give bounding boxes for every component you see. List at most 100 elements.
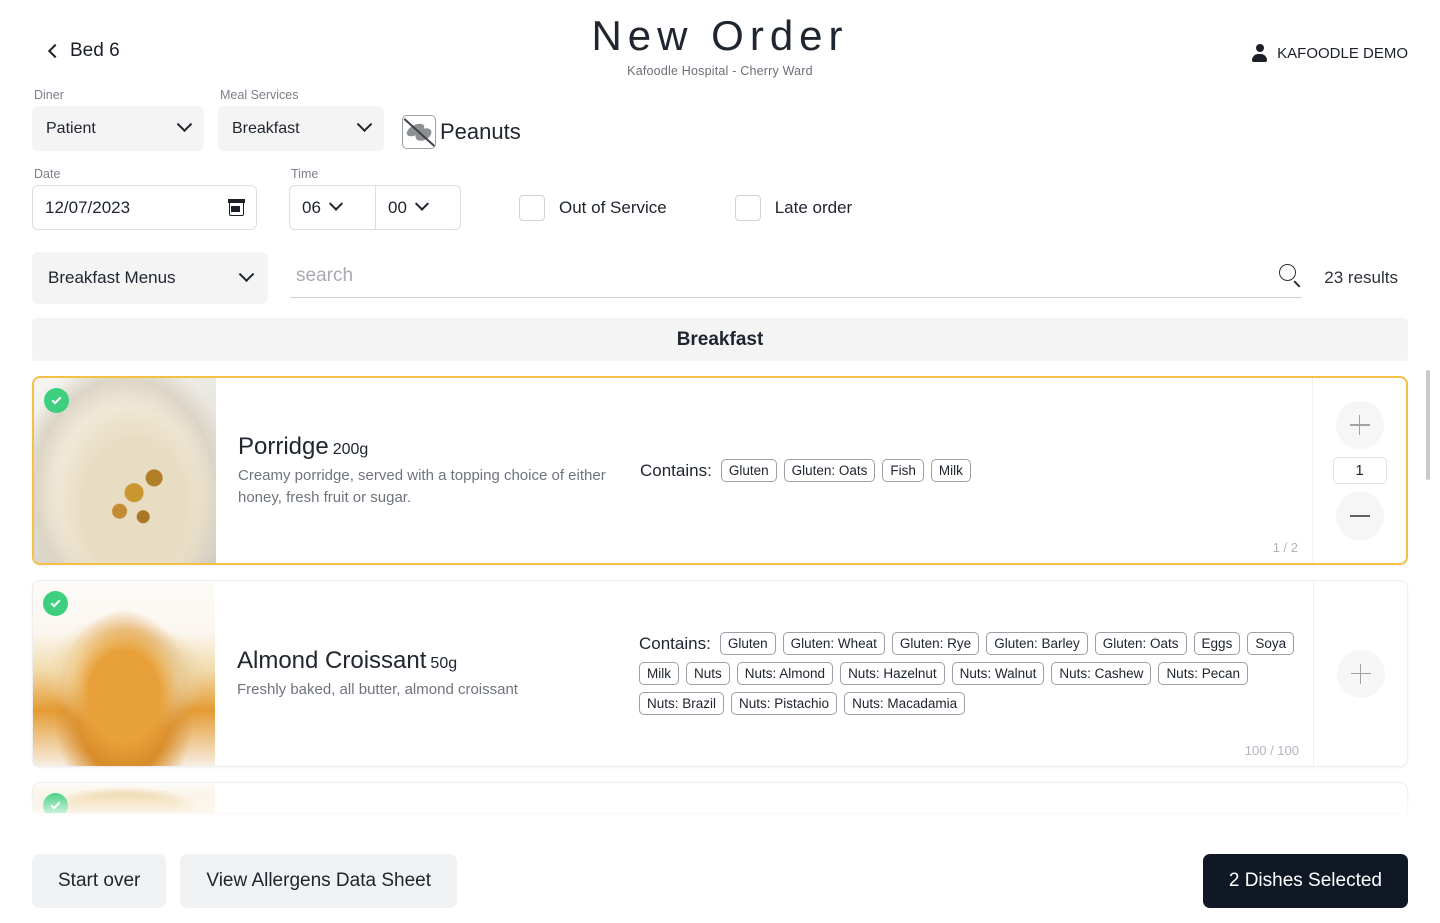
calendar-icon[interactable]	[228, 198, 245, 216]
allergen-tag: Nuts: Macadamia	[844, 692, 966, 715]
dish-thumbnail	[34, 378, 216, 563]
contains-label: Contains:	[639, 633, 711, 653]
page-title: New Order	[591, 12, 849, 59]
late-order-label: Late order	[774, 198, 853, 217]
meal-services-select[interactable]: Breakfast	[218, 106, 384, 151]
user-label: KAFOODLE DEMO	[1277, 44, 1408, 62]
hour-value: 06	[302, 197, 321, 217]
increase-quantity-button[interactable]	[1336, 649, 1385, 698]
start-over-button[interactable]: Start over	[32, 853, 167, 908]
allergen-flag-label: Peanuts	[440, 119, 521, 144]
quantity-value[interactable]: 1	[1332, 457, 1387, 484]
dish-description: Freshly baked, all butter, almond croiss…	[237, 680, 518, 698]
checkbox-box[interactable]	[519, 195, 545, 221]
meal-services-field: Meal Services Breakfast	[218, 88, 384, 151]
dishes-selected-button[interactable]: 2 Dishes Selected	[1202, 853, 1408, 908]
dish-info: Almond Croissant 50g Freshly baked, all b…	[231, 647, 631, 700]
dish-card-main: Porridge 200g Creamy porridge, served wit…	[34, 378, 1312, 563]
allergen-tag: Gluten	[719, 632, 776, 655]
dish-info: Porridge 200g Creamy porridge, served wit…	[232, 433, 632, 508]
allergen-tag: Soya	[1247, 632, 1295, 655]
plus-icon	[1350, 663, 1371, 684]
portion-note: 1 / 2	[1272, 540, 1298, 555]
dish-card-main: Almond Croissant 50g Freshly baked, all b…	[33, 581, 1313, 766]
form-row-diner: Diner Patient Meal Services Breakfast Pe…	[32, 88, 1408, 151]
user-menu[interactable]: KAFOODLE DEMO	[1251, 44, 1408, 62]
allergen-tag: Gluten	[720, 459, 777, 482]
allergen-tag: Milk	[639, 662, 679, 685]
portion-note: 100 / 100	[1244, 743, 1299, 758]
new-order-page: Bed 6 New Order Kafoodle Hospital - Cher…	[0, 0, 1440, 923]
allergen-tag: Gluten: Wheat	[782, 632, 885, 655]
order-form: Diner Patient Meal Services Breakfast Pe…	[0, 88, 1440, 304]
decrease-quantity-button[interactable]	[1335, 492, 1384, 540]
dish-card-body: Porridge 200g Creamy porridge, served wit…	[216, 378, 1312, 563]
page-header: Bed 6 New Order Kafoodle Hospital - Cher…	[0, 0, 1440, 88]
search-icon[interactable]	[1279, 264, 1297, 281]
diner-label: Diner	[34, 88, 64, 102]
allergen-tag: Fish	[882, 459, 924, 482]
dish-card[interactable]: Almond Croissant 50g Freshly baked, all b…	[32, 580, 1408, 767]
menu-filter-select[interactable]: Breakfast Menus	[32, 252, 268, 304]
diner-value: Patient	[46, 119, 96, 137]
allergen-tag: Nuts: Hazelnut	[840, 662, 945, 685]
dish-weight: 200g	[332, 441, 369, 459]
minute-select[interactable]: 00	[375, 186, 460, 229]
scrollbar-thumb[interactable]	[1426, 370, 1430, 480]
out-of-service-checkbox[interactable]: Out of Service	[519, 195, 667, 221]
dish-description: Creamy porridge, served with a topping c…	[238, 467, 606, 506]
time-label: Time	[291, 167, 319, 181]
form-row-datetime: Date 12/07/2023 Time 06 00 Out of Servic…	[32, 167, 1408, 230]
late-order-checkbox[interactable]: Late order	[734, 195, 853, 221]
section-band-breakfast: Breakfast	[32, 318, 1408, 361]
allergen-tag: Nuts: Brazil	[639, 692, 725, 715]
chevron-down-icon	[176, 116, 193, 133]
allergen-tag: Eggs	[1193, 632, 1241, 655]
scrollbar-track[interactable]	[1426, 180, 1430, 820]
time-field: Time 06 00	[289, 167, 461, 230]
date-input[interactable]: 12/07/2023	[32, 185, 257, 230]
menu-filter-value: Breakfast Menus	[48, 268, 176, 287]
allergen-tag: Nuts: Pistachio	[731, 692, 838, 715]
hour-select[interactable]: 06	[290, 186, 375, 229]
dish-title-row: Porridge 200g	[238, 433, 632, 461]
dish-card[interactable]	[32, 782, 1408, 814]
dish-list-viewport: Porridge 200g Creamy porridge, served wit…	[0, 361, 1440, 831]
dish-list: Porridge 200g Creamy porridge, served wit…	[32, 376, 1408, 814]
allergen-list: Contains: Gluten Gluten: Oats Fish Milk	[632, 459, 1296, 482]
plus-icon	[1349, 415, 1370, 435]
quantity-stepper	[1313, 581, 1407, 766]
date-field: Date 12/07/2023	[32, 167, 257, 230]
increase-quantity-button[interactable]	[1335, 401, 1384, 449]
allergen-tag: Gluten: Rye	[891, 632, 980, 655]
form-row-search: Breakfast Menus 23 results	[32, 252, 1408, 304]
results-count: 23 results	[1324, 268, 1398, 287]
allergen-tag: Nuts	[686, 662, 730, 685]
chevron-down-icon	[238, 265, 255, 282]
search-input[interactable]	[290, 264, 1263, 291]
view-allergens-data-sheet-button[interactable]: View Allergens Data Sheet	[180, 853, 457, 908]
dish-name: Porridge	[238, 433, 329, 461]
meal-services-label: Meal Services	[220, 88, 299, 102]
dish-title-row: Almond Croissant 50g	[237, 647, 631, 675]
minus-icon	[1349, 506, 1370, 526]
diner-select[interactable]: Patient	[32, 106, 204, 151]
allergen-list: Contains: Gluten Gluten: Wheat Gluten: R…	[631, 632, 1297, 715]
checkbox-box[interactable]	[734, 195, 761, 221]
dish-card[interactable]: Porridge 200g Creamy porridge, served wit…	[32, 376, 1408, 565]
page-subtitle: Kafoodle Hospital - Cherry Ward	[627, 64, 813, 79]
out-of-service-label: Out of Service	[559, 198, 667, 217]
chevron-down-icon	[356, 116, 373, 133]
chevron-down-icon	[414, 196, 429, 211]
chevron-down-icon	[328, 196, 343, 211]
allergen-flag[interactable]: Peanuts	[402, 115, 521, 149]
quantity-stepper: 1	[1312, 378, 1406, 563]
dish-thumbnail	[33, 581, 215, 766]
search-field[interactable]	[290, 258, 1303, 298]
dish-weight: 50g	[430, 654, 458, 672]
allergen-tag: Gluten: Oats	[783, 459, 876, 482]
selected-check-badge	[43, 591, 68, 616]
user-icon	[1251, 44, 1268, 62]
dish-card-main	[33, 783, 1407, 813]
allergen-tag: Nuts: Cashew	[1051, 662, 1152, 685]
